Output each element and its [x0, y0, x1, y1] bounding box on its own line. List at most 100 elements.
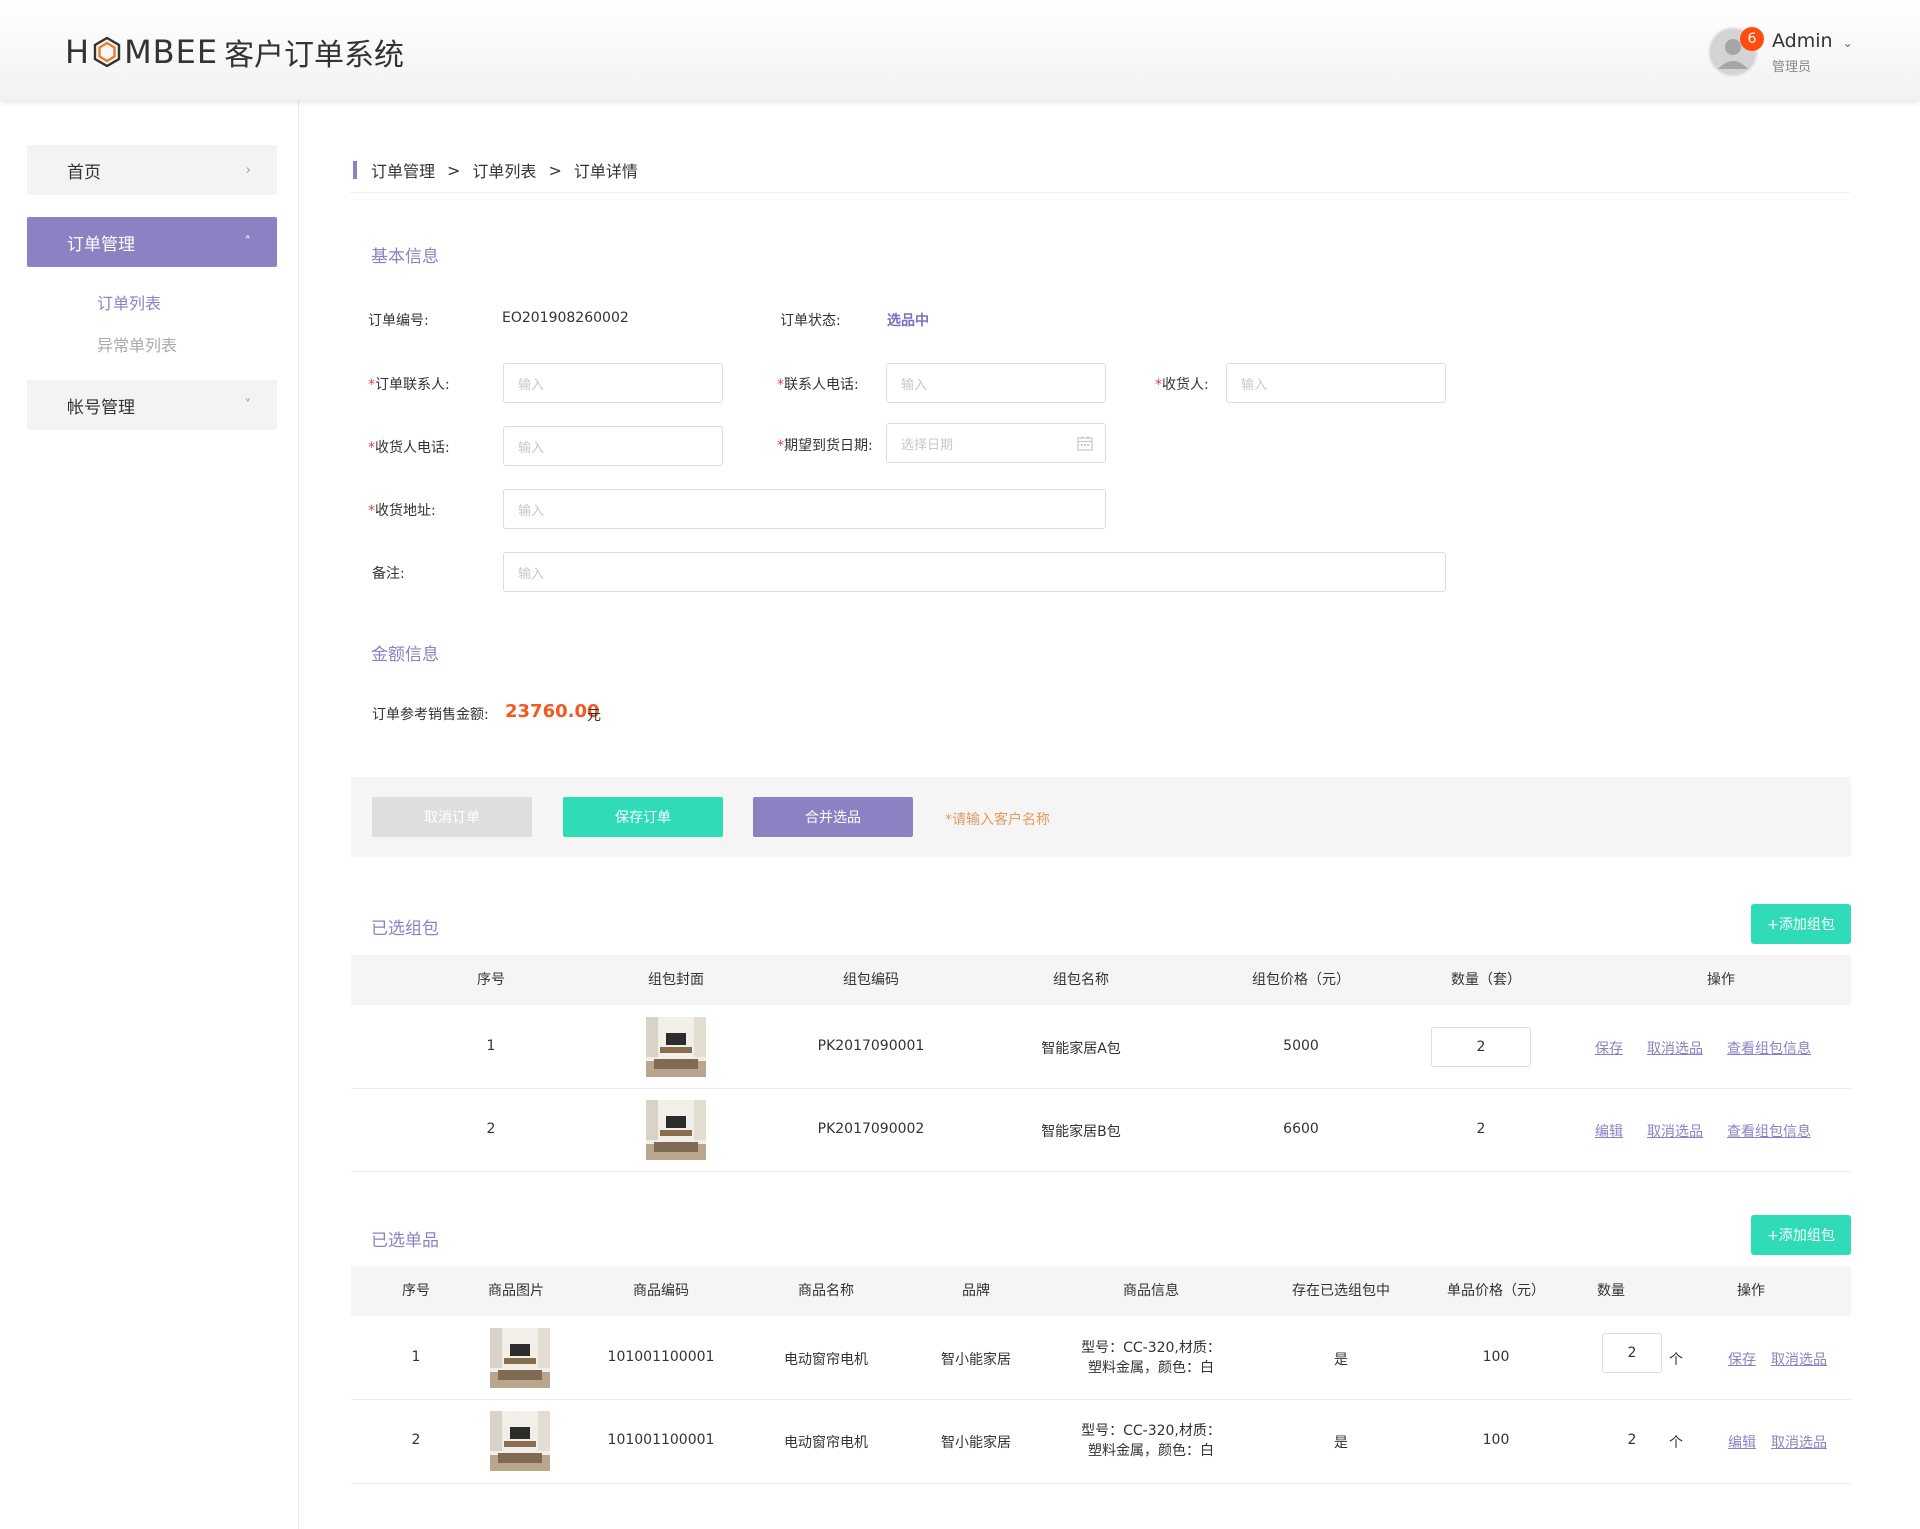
- sidebar-subitem-exception-list[interactable]: 异常单列表: [97, 332, 177, 356]
- column-header: 商品信息: [1123, 1283, 1179, 1299]
- cancel-selection-link[interactable]: 取消选品: [1647, 1038, 1703, 1058]
- amount-value: 23760.00: [505, 701, 600, 722]
- room-photo-icon: [490, 1328, 550, 1388]
- receiver-label-text: 收货人:: [1162, 377, 1209, 393]
- sidebar-item-account-management[interactable]: 帐号管理 ˅: [27, 380, 277, 430]
- add-package-button[interactable]: +添加组包: [1751, 904, 1851, 944]
- contact-phone-input[interactable]: 输入: [886, 363, 1106, 403]
- row-index: 2: [486, 1121, 496, 1137]
- cancel-order-button[interactable]: 取消订单: [372, 797, 532, 837]
- sidebar-item-label: 首页: [67, 162, 101, 183]
- sidebar-item-label: 订单管理: [67, 234, 135, 255]
- column-header: 序号: [402, 1283, 430, 1299]
- required-mark: *: [368, 503, 375, 519]
- product-code: 101001100001: [607, 1432, 715, 1448]
- package-name: 智能家居A包: [1041, 1041, 1121, 1057]
- contact-phone-label-text: 联系人电话:: [784, 377, 859, 393]
- required-mark: *: [368, 440, 375, 456]
- logo-wordmark: MBEE: [124, 33, 219, 71]
- avatar[interactable]: 6: [1708, 27, 1764, 77]
- add-item-button[interactable]: +添加组包: [1751, 1215, 1851, 1255]
- product-info-line: 型号：CC-320,材质：: [1081, 1423, 1221, 1439]
- calendar-icon[interactable]: [1077, 435, 1093, 451]
- remark-input[interactable]: 输入: [503, 552, 1446, 592]
- column-header: 数量（套）: [1451, 972, 1521, 988]
- cancel-selection-link[interactable]: 取消选品: [1771, 1349, 1827, 1369]
- expected-date-label: *期望到货日期:: [777, 435, 873, 455]
- contact-phone-label: *联系人电话:: [777, 374, 859, 394]
- unit-price: 100: [1482, 1349, 1510, 1365]
- expected-date-label-text: 期望到货日期:: [784, 438, 873, 454]
- column-header: 组包价格（元）: [1252, 972, 1350, 988]
- merge-selection-button[interactable]: 合并选品: [753, 797, 913, 837]
- top-header: H MBEE 客户订单系统 6 Admin 管理员 ⌄: [0, 0, 1920, 100]
- sidebar-item-order-management[interactable]: 订单管理 ˄: [27, 217, 277, 267]
- package-cover-image[interactable]: [646, 1100, 706, 1160]
- sidebar-item-home[interactable]: 首页 ›: [27, 145, 277, 195]
- column-header: 组包名称: [1053, 972, 1109, 988]
- receiver-input[interactable]: 输入: [1226, 363, 1446, 403]
- edit-link[interactable]: 编辑: [1595, 1121, 1623, 1141]
- table-row: 2 101001100001 电动窗帘电机 智小能家居 型号：CC-320,材质…: [351, 1400, 1851, 1484]
- breadcrumb-item-order-list[interactable]: 订单列表: [472, 158, 536, 182]
- expected-date-picker[interactable]: 选择日期: [886, 423, 1106, 463]
- save-order-button[interactable]: 保存订单: [563, 797, 723, 837]
- breadcrumb-item-order-management[interactable]: 订单管理: [371, 158, 435, 182]
- package-cover-image[interactable]: [646, 1017, 706, 1077]
- product-info: 型号：CC-320,材质： 塑料金属，颜色：白: [1051, 1338, 1251, 1378]
- chevron-right-icon: ›: [245, 162, 251, 178]
- save-link[interactable]: 保存: [1595, 1038, 1623, 1058]
- edit-link[interactable]: 编辑: [1728, 1432, 1756, 1452]
- table-row: 1 101001100001 电动窗帘电机 智小能家居 型号：CC-320,材质…: [351, 1316, 1851, 1400]
- customer-name-hint: *请输入客户名称: [945, 812, 1050, 828]
- receiver-label: *收货人:: [1155, 374, 1209, 394]
- column-header: 组包编码: [843, 972, 899, 988]
- address-label-text: 收货地址:: [375, 503, 436, 519]
- cancel-selection-link[interactable]: 取消选品: [1647, 1121, 1703, 1141]
- room-photo-icon: [646, 1017, 706, 1077]
- logo-letter-h: H: [65, 33, 91, 71]
- hexagon-logo-icon: [93, 36, 121, 68]
- sidebar-item-label: 帐号管理: [67, 397, 135, 418]
- column-header: 组包封面: [648, 972, 704, 988]
- sidebar: 首页 › 订单管理 ˄ 订单列表 异常单列表 帐号管理 ˅: [0, 100, 299, 1529]
- save-link[interactable]: 保存: [1728, 1349, 1756, 1369]
- packages-table: 序号 组包封面 组包编码 组包名称 组包价格（元） 数量（套） 操作 1 PK2…: [351, 955, 1851, 1172]
- product-brand: 智小能家居: [941, 1352, 1011, 1368]
- column-header: 单品价格（元）: [1447, 1283, 1545, 1299]
- quantity-input[interactable]: 2: [1431, 1027, 1531, 1067]
- product-name: 电动窗帘电机: [784, 1435, 868, 1451]
- logo[interactable]: H MBEE 客户订单系统: [65, 30, 404, 74]
- address-input[interactable]: 输入: [503, 489, 1106, 529]
- product-image[interactable]: [490, 1328, 550, 1388]
- section-title-items: 已选单品: [371, 1231, 439, 1251]
- remark-label: 备注:: [372, 566, 405, 582]
- section-title-amount-info: 金额信息: [371, 645, 439, 665]
- view-package-link[interactable]: 查看组包信息: [1727, 1038, 1811, 1058]
- product-info-line: 型号：CC-320,材质：: [1081, 1340, 1221, 1356]
- section-title-packages: 已选组包: [371, 919, 439, 939]
- product-image[interactable]: [490, 1411, 550, 1471]
- chevron-down-icon[interactable]: ⌄: [1843, 36, 1853, 50]
- product-brand: 智小能家居: [941, 1435, 1011, 1451]
- contact-input[interactable]: 输入: [503, 363, 723, 403]
- order-status-value: 选品中: [887, 313, 929, 329]
- package-price: 6600: [1283, 1121, 1319, 1137]
- row-index: 1: [486, 1038, 496, 1054]
- column-header: 数量: [1597, 1283, 1625, 1299]
- order-no-label: 订单编号:: [368, 313, 429, 329]
- receiver-phone-input[interactable]: 输入: [503, 426, 723, 466]
- sidebar-subitem-order-list[interactable]: 订单列表: [97, 290, 161, 314]
- notification-badge[interactable]: 6: [1740, 27, 1764, 51]
- view-package-link[interactable]: 查看组包信息: [1727, 1121, 1811, 1141]
- column-header: 存在已选组包中: [1292, 1283, 1390, 1299]
- breadcrumb-separator: >: [447, 160, 461, 180]
- user-menu[interactable]: 6 Admin 管理员 ⌄: [1708, 22, 1853, 82]
- breadcrumb-separator: >: [548, 160, 562, 180]
- column-header: 商品编码: [633, 1283, 689, 1299]
- quantity-input[interactable]: 2: [1602, 1333, 1662, 1373]
- package-code: PK2017090001: [817, 1038, 925, 1054]
- room-photo-icon: [490, 1411, 550, 1471]
- cancel-selection-link[interactable]: 取消选品: [1771, 1432, 1827, 1452]
- required-mark: *: [368, 377, 375, 393]
